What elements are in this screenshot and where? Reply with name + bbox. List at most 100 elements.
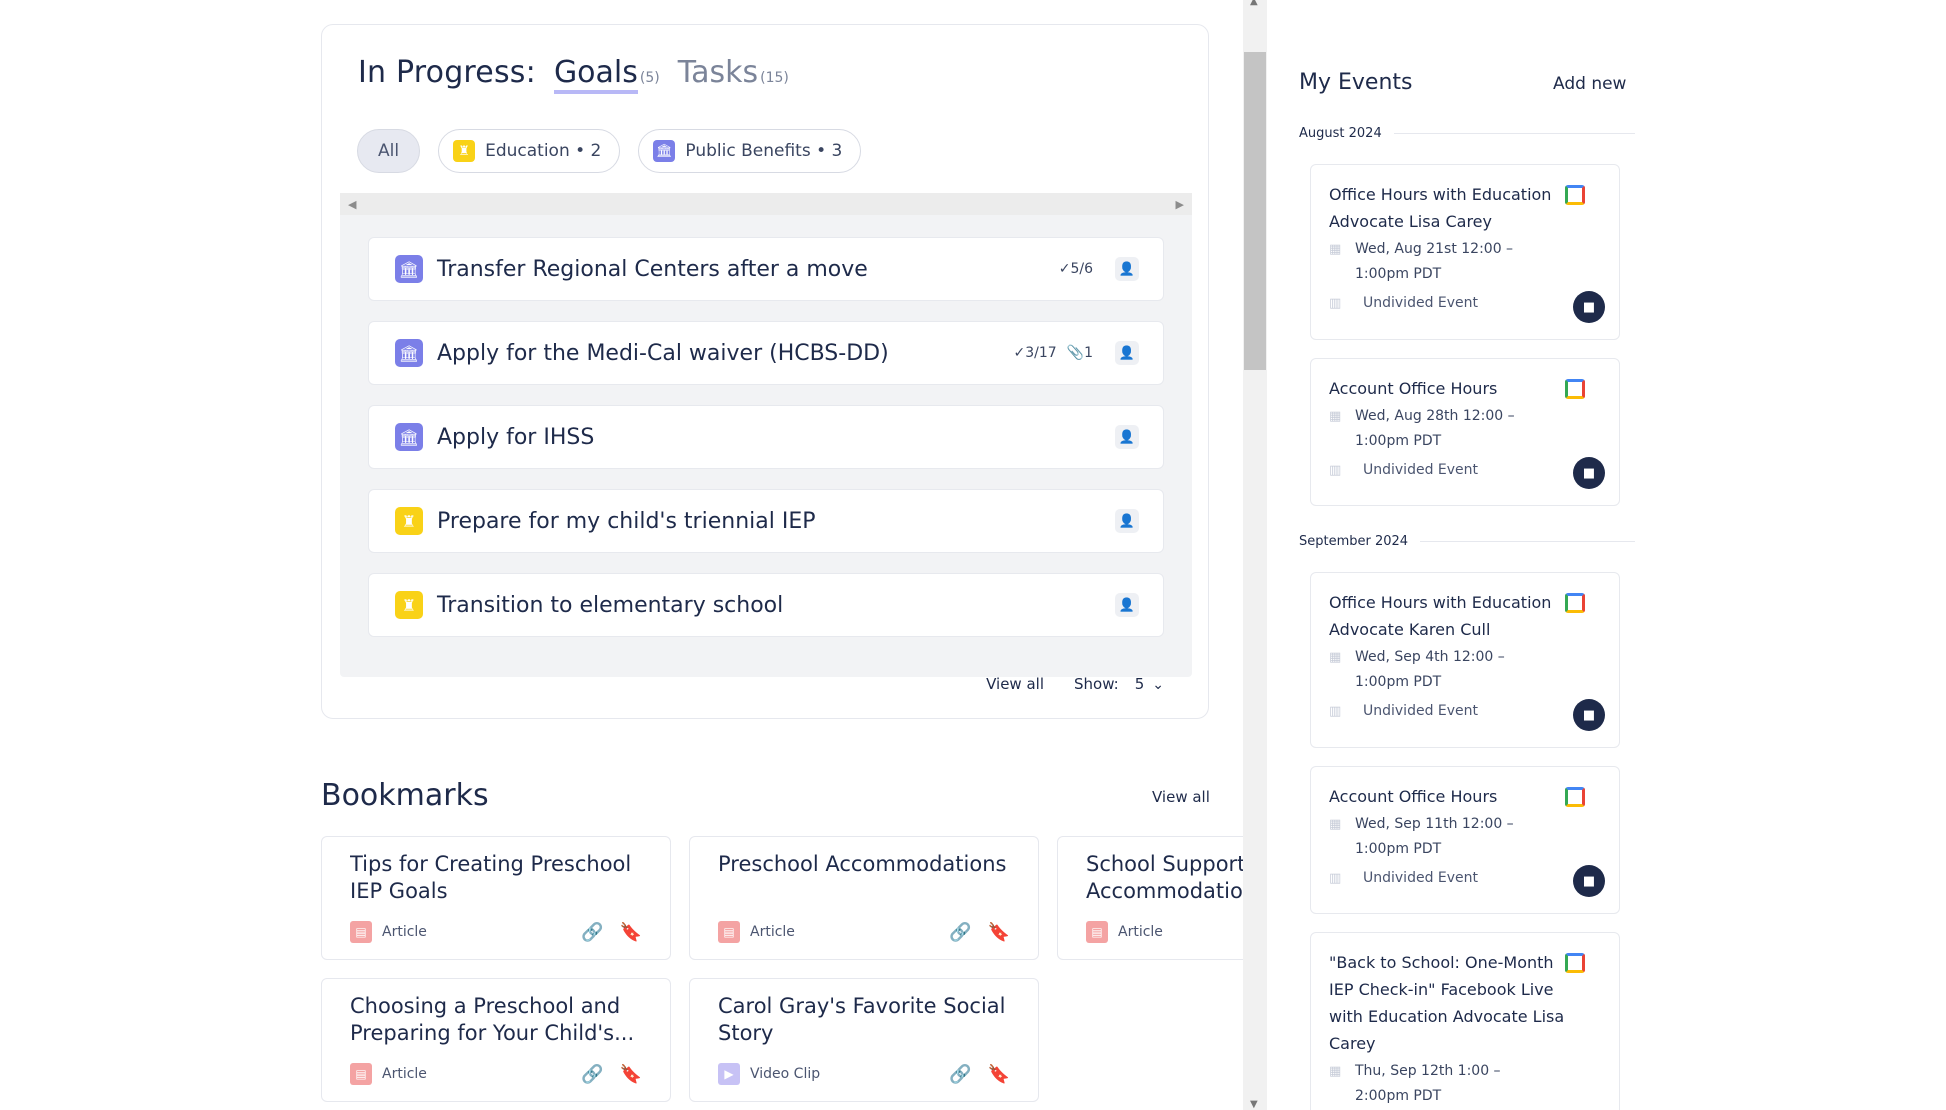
copy-link-icon[interactable]: 🔗 [581,1064,603,1085]
scroll-right-arrow-icon[interactable]: ▶ [1176,198,1184,211]
event-date-row: ▦ Wed, Sep 4th 12:00 – 1:00pm PDT [1329,645,1601,695]
copy-link-icon[interactable]: 🔗 [949,1064,971,1085]
bookmark-card[interactable]: School Supports: 504 Accommodations ▤ Ar… [1057,836,1243,960]
bookmark-title[interactable]: School Supports: 504 Accommodations [1086,851,1243,907]
event-card[interactable]: Account Office Hours ▦ Wed, Sep 11th 12:… [1310,766,1620,914]
goals-view-all-link[interactable]: View all [986,675,1044,693]
tab-goals-count: (5) [639,70,660,86]
goal-progress: ✓5/6 [1059,261,1093,277]
video-call-icon[interactable]: ■ [1573,291,1605,323]
event-card[interactable]: Office Hours with Education Advocate Kar… [1310,572,1620,748]
calendar-icon: ▦ [1329,409,1342,424]
bookmark-title[interactable]: Choosing a Preschool and Preparing for Y… [350,993,642,1049]
event-organizer: Undivided Event [1363,462,1479,478]
filter-all-chip[interactable]: All [357,129,421,173]
tab-goals[interactable]: Goals (5) [553,55,660,94]
video-call-icon[interactable]: ■ [1573,865,1605,897]
event-card[interactable]: Office Hours with Education Advocate Lis… [1310,164,1620,340]
filter-public-benefits-chip[interactable]: 🏛 Public Benefits • 3 [638,129,862,173]
filter-education-label: Education • 2 [485,141,602,161]
month-divider [1393,133,1635,134]
bookmark-footer: ▤ Article 🔗 🔖 [350,921,642,943]
google-calendar-icon[interactable] [1565,379,1585,399]
event-organizer: Undivided Event [1363,870,1479,886]
event-name[interactable]: Office Hours with Education Advocate Kar… [1329,589,1569,643]
bookmark-title[interactable]: Carol Gray's Favorite Social Story [718,993,1010,1049]
google-calendar-icon[interactable] [1565,953,1585,973]
education-icon: ♜ [453,140,476,162]
scrollbar-thumb[interactable] [1244,52,1266,370]
tab-goals-label[interactable]: Goals [553,55,638,94]
google-calendar-icon[interactable] [1565,185,1585,205]
vertical-scrollbar[interactable]: ▲ ▼ [1243,0,1267,1110]
scroll-up-arrow-icon[interactable]: ▲ [1250,0,1258,7]
event-card[interactable]: "Back to School: One-Month IEP Check-in"… [1310,932,1620,1110]
organizer-icon: ▥ [1329,870,1342,886]
bookmark-card[interactable]: Choosing a Preschool and Preparing for Y… [321,978,671,1102]
goal-title[interactable]: Transfer Regional Centers after a move [437,257,1059,282]
bookmarks-view-all-link[interactable]: View all [1152,788,1210,806]
chevron-down-icon: ⌄ [1152,677,1164,693]
event-name[interactable]: Office Hours with Education Advocate Lis… [1329,181,1569,235]
event-card[interactable]: Account Office Hours ▦ Wed, Aug 28th 12:… [1310,358,1620,506]
article-icon: ▤ [350,921,372,943]
my-events-title: My Events [1299,70,1413,95]
horizontal-scrollbar[interactable]: ◀ ▶ [340,193,1192,215]
tab-tasks-label[interactable]: Tasks [678,55,758,90]
month-label: August 2024 [1299,126,1382,141]
copy-link-icon[interactable]: 🔗 [581,922,603,943]
goal-item[interactable]: 🏛 Apply for IHSS 👤 [368,405,1164,469]
scroll-down-arrow-icon[interactable]: ▼ [1250,1099,1258,1110]
bookmark-icon[interactable]: 🔖 [620,1064,642,1085]
bookmark-icon[interactable]: 🔖 [988,922,1010,943]
assignee-avatar-icon[interactable]: 👤 [1115,593,1139,617]
copy-link-icon[interactable]: 🔗 [949,922,971,943]
bookmark-card[interactable]: Preschool Accommodations ▤ Article 🔗 🔖 [689,836,1039,960]
goal-item[interactable]: 🏛 Apply for the Medi-Cal waiver (HCBS-DD… [368,321,1164,385]
goal-title[interactable]: Transition to elementary school [437,593,1115,618]
google-calendar-icon[interactable] [1565,787,1585,807]
bookmark-icon[interactable]: 🔖 [620,922,642,943]
organizer-icon: ▥ [1329,462,1342,478]
goal-item[interactable]: ♜ Prepare for my child's triennial IEP 👤 [368,489,1164,553]
goal-attachments: 1 [1084,345,1093,361]
assignee-avatar-icon[interactable]: 👤 [1115,257,1139,281]
goals-scroll-area: ◀ ▶ 🏛 Transfer Regional Centers after a … [340,193,1192,677]
tab-tasks[interactable]: Tasks (15) [678,55,789,90]
video-call-icon[interactable]: ■ [1573,699,1605,731]
assignee-avatar-icon[interactable]: 👤 [1115,509,1139,533]
show-count-select[interactable]: 5 ⌄ [1135,675,1164,693]
organizer-icon: ▥ [1329,703,1342,719]
goal-item[interactable]: 🏛 Transfer Regional Centers after a move… [368,237,1164,301]
event-name[interactable]: Account Office Hours [1329,783,1569,810]
event-name[interactable]: Account Office Hours [1329,375,1569,402]
bookmark-icon[interactable]: 🔖 [988,1064,1010,1085]
goal-item[interactable]: ♜ Transition to elementary school 👤 [368,573,1164,637]
goal-title[interactable]: Apply for IHSS [437,425,1115,450]
event-org-row: ▥ Undivided Event [1329,870,1601,886]
scroll-left-arrow-icon[interactable]: ◀ [348,198,356,211]
bookmark-title[interactable]: Tips for Creating Preschool IEP Goals [350,851,642,907]
bookmark-title[interactable]: Preschool Accommodations [718,851,1010,907]
show-count-value: 5 [1134,675,1145,693]
goal-title[interactable]: Apply for the Medi-Cal waiver (HCBS-DD) [437,341,1013,366]
month-header: August 2024 [1299,126,1635,141]
bookmark-card[interactable]: Carol Gray's Favorite Social Story ▶ Vid… [689,978,1039,1102]
event-name[interactable]: "Back to School: One-Month IEP Check-in"… [1329,949,1569,1057]
event-date-row: ▦ Wed, Aug 21st 12:00 – 1:00pm PDT [1329,237,1601,287]
education-icon: ♜ [395,507,423,535]
event-date-row: ▦ Wed, Aug 28th 12:00 – 1:00pm PDT [1329,404,1601,454]
paperclip-icon: 📎 [1066,345,1085,361]
month-divider [1420,541,1635,542]
assignee-avatar-icon[interactable]: 👤 [1115,341,1139,365]
bookmark-card[interactable]: Tips for Creating Preschool IEP Goals ▤ … [321,836,671,960]
assignee-avatar-icon[interactable]: 👤 [1115,425,1139,449]
video-call-icon[interactable]: ■ [1573,457,1605,489]
filter-education-chip[interactable]: ♜ Education • 2 [438,129,621,173]
google-calendar-icon[interactable] [1565,593,1585,613]
add-new-event-link[interactable]: Add new [1553,74,1626,94]
bookmark-footer: ▤ Article 🔗 🔖 [1086,921,1243,943]
goal-title[interactable]: Prepare for my child's triennial IEP [437,509,1115,534]
goal-checks: ✓5/6 [1058,261,1093,277]
calendar-icon: ▦ [1329,242,1342,257]
